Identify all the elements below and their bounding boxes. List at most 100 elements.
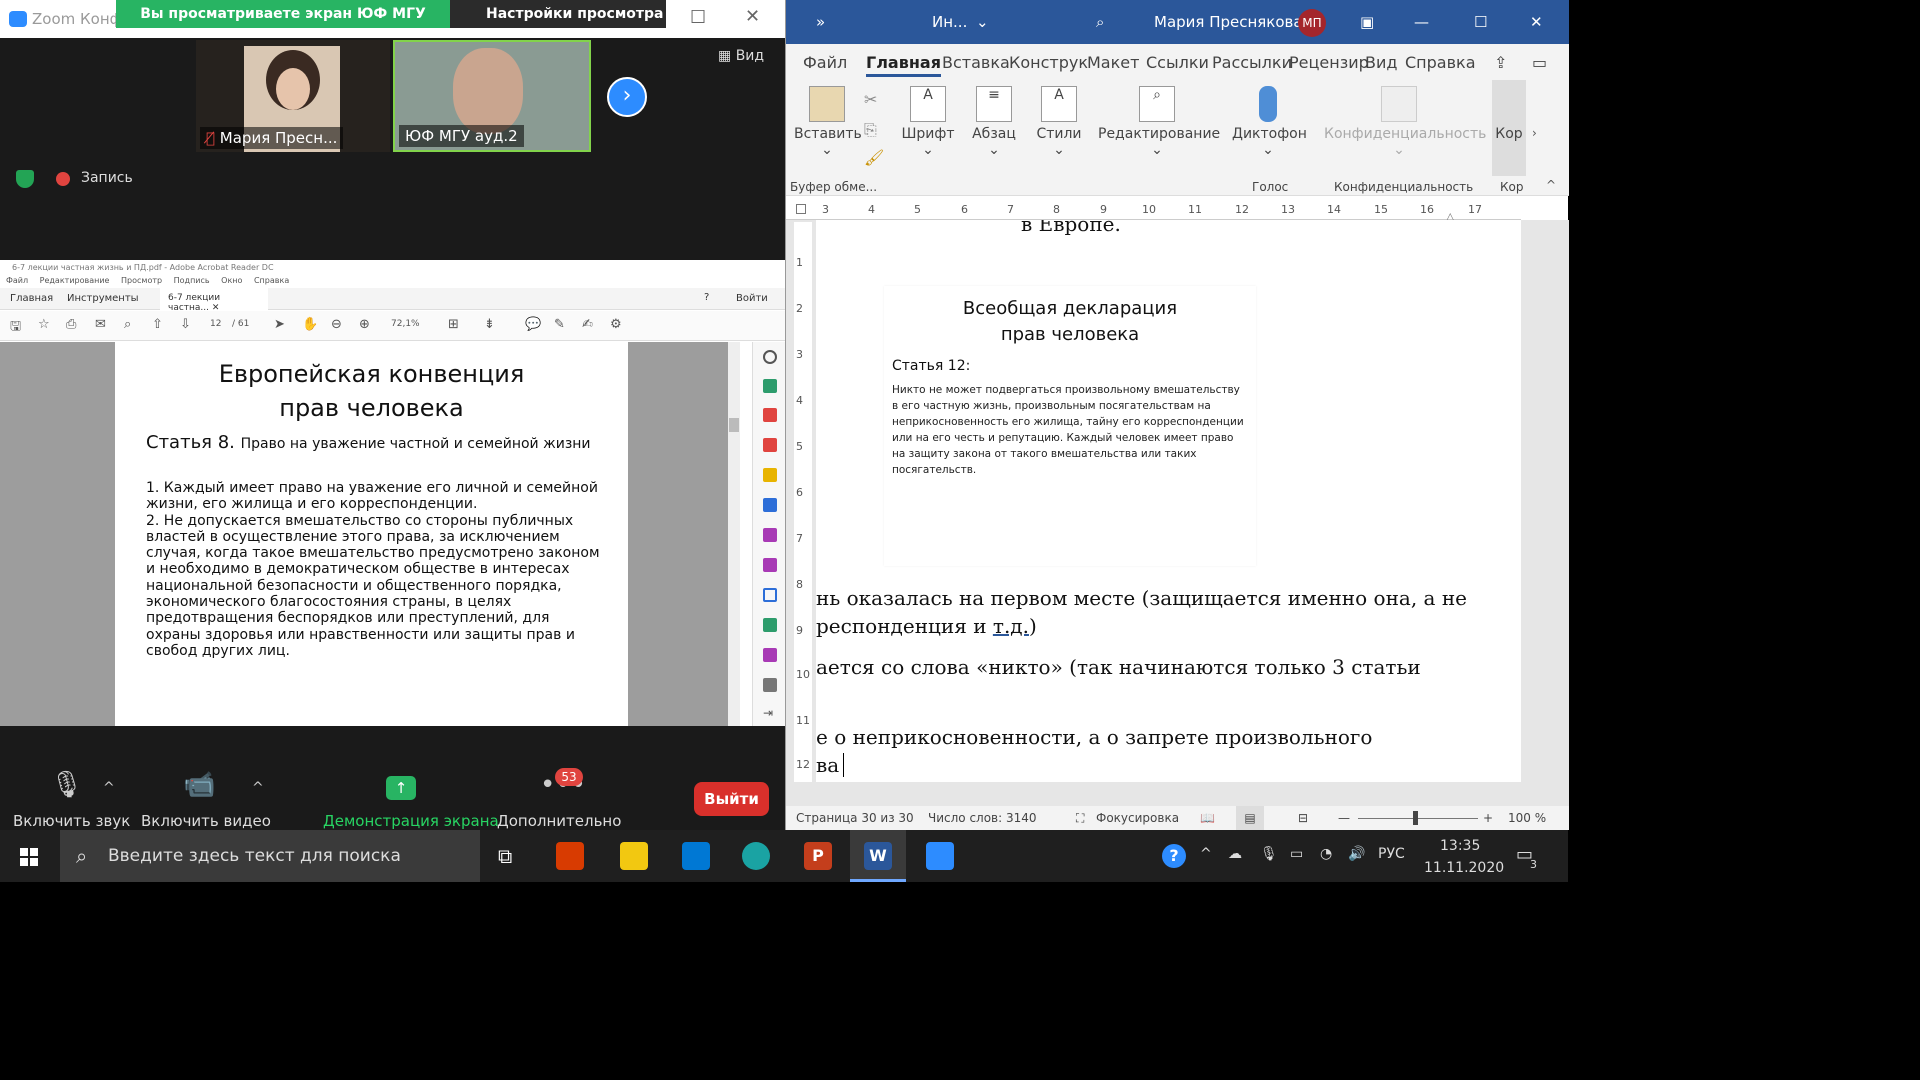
paragraph-button[interactable]: ≡ Абзац ⌄ [966, 80, 1022, 158]
menu-edit[interactable]: Редактирование [40, 276, 110, 285]
collapse-ribbon-icon[interactable]: ^ [1546, 178, 1556, 192]
create-pdf-icon[interactable] [763, 408, 777, 422]
view-options-button[interactable]: Настройки просмотра ⌄ [450, 0, 666, 50]
comment-tool-icon[interactable] [763, 468, 777, 482]
more-button[interactable]: Дополнительно [497, 812, 621, 830]
star-icon[interactable]: ☆ [38, 317, 50, 332]
font-button[interactable]: A Шрифт ⌄ [898, 80, 958, 158]
exit-button[interactable]: Выйти [694, 782, 769, 816]
styles-button[interactable]: A Стили ⌄ [1032, 80, 1086, 158]
minimize-icon[interactable]: — [1414, 13, 1429, 31]
tray-expand-icon[interactable]: ^ [1200, 846, 1212, 862]
tab-selector-icon[interactable] [796, 204, 806, 214]
tab-file[interactable]: Файл [803, 53, 847, 72]
help-icon[interactable]: ? [704, 292, 709, 303]
ribbon-scroll-right-icon[interactable]: › [1532, 126, 1537, 140]
zoom-slider-thumb[interactable] [1413, 811, 1418, 825]
tab-references[interactable]: Ссылки [1146, 53, 1209, 72]
clock-time[interactable]: 13:35 [1440, 838, 1480, 854]
comments-icon[interactable]: ▭ [1532, 53, 1547, 72]
scroll-mode-icon[interactable]: ⇟ [484, 317, 495, 332]
edge-icon[interactable] [742, 842, 770, 870]
title-dropdown-icon[interactable]: ⌄ [976, 13, 989, 31]
tab-layout[interactable]: Макет [1087, 53, 1139, 72]
sign-icon[interactable]: ✍ [582, 317, 593, 332]
zoom-level-select[interactable]: 72,1% [391, 319, 420, 329]
file-explorer-icon[interactable] [620, 842, 648, 870]
search-icon[interactable]: ⌕ [1096, 13, 1104, 31]
mic-muted-icon[interactable]: 🎙 [50, 770, 83, 800]
task-view-icon[interactable]: ⧉ [498, 844, 512, 868]
wifi-icon[interactable]: ◔ [1320, 846, 1332, 862]
zoom-search-icon[interactable]: ⌕ [124, 317, 131, 332]
menu-file[interactable]: Файл [6, 276, 28, 285]
word-count[interactable]: Число слов: 3140 [928, 811, 1037, 825]
zoom-out-icon[interactable]: — [1338, 811, 1350, 825]
maximize-icon[interactable]: ☐ [690, 7, 706, 28]
cursor-icon[interactable]: ➤ [274, 317, 285, 332]
menu-view[interactable]: Просмотр [121, 276, 162, 285]
tab-insert[interactable]: Вставка [942, 53, 1010, 72]
cor-button[interactable]: Кор [1492, 80, 1526, 176]
word-page[interactable]: в Европе. Всеобщая декларация прав челов… [816, 220, 1521, 782]
participant-tile-active[interactable]: ЮФ МГУ ауд.2 [393, 40, 591, 152]
volume-icon[interactable]: 🔊 [1348, 846, 1365, 862]
search-icon[interactable] [763, 350, 777, 364]
tab-home[interactable]: Главная [866, 53, 941, 77]
qat-more-icon[interactable]: » [816, 13, 825, 31]
vertical-ruler[interactable]: 1 2 3 4 5 6 7 8 9 10 11 12 [794, 222, 812, 782]
tab-mailings[interactable]: Рассылки [1212, 53, 1292, 72]
maximize-icon[interactable]: ☐ [1474, 13, 1487, 31]
print-icon[interactable]: ⎙ [66, 317, 76, 332]
battery-icon[interactable]: ▭ [1290, 846, 1303, 862]
clock-date[interactable]: 11.11.2020 [1424, 860, 1504, 876]
more-tools-icon[interactable] [763, 678, 777, 692]
share-screen-icon[interactable]: ↑ [386, 776, 416, 800]
zoom-out-icon[interactable]: ⊖ [331, 317, 342, 332]
copy-icon[interactable]: ⎘ [864, 120, 877, 140]
mail-icon[interactable] [682, 842, 710, 870]
store-icon[interactable] [556, 842, 584, 870]
page-number-input[interactable]: 12 [210, 319, 221, 329]
powerpoint-icon[interactable]: P [804, 842, 832, 870]
share-screen-button[interactable]: Демонстрация экрана [323, 812, 499, 830]
save-icon[interactable]: 🖫 [10, 317, 21, 339]
share-icon[interactable]: ⇪ [1494, 53, 1507, 72]
editing-button[interactable]: ⌕ Редактирование ⌄ [1098, 80, 1220, 158]
tab-design[interactable]: Конструк [1009, 53, 1088, 72]
collapse-pane-icon[interactable]: ⇥ [763, 706, 777, 720]
tab-document[interactable]: 6-7 лекции частна... ✕ [160, 288, 268, 313]
tab-view[interactable]: Вид [1365, 53, 1397, 72]
print-layout-icon[interactable]: ▤ [1236, 806, 1264, 830]
tab-tools[interactable]: Инструменты [67, 293, 139, 304]
cloud-icon[interactable]: ☁ [1228, 846, 1242, 862]
export-pdf-icon[interactable] [763, 379, 777, 393]
taskbar-search-input[interactable]: ⌕ Введите здесь текст для поиска [60, 830, 480, 882]
organize-icon[interactable] [763, 528, 777, 542]
next-page-button[interactable]: › [607, 77, 647, 117]
protect-icon[interactable] [763, 588, 777, 602]
participant-tile[interactable]: 🎙̸ Мария Пресн... [196, 40, 390, 152]
tab-review[interactable]: Рецензир [1289, 53, 1369, 72]
paste-button[interactable]: Вставить ⌄ [794, 80, 862, 158]
menu-help[interactable]: Справка [254, 276, 289, 285]
page-down-icon[interactable]: ⇩ [180, 317, 191, 332]
video-off-icon[interactable]: 📹 [183, 770, 215, 800]
microphone-icon[interactable]: 🎙 [1260, 846, 1278, 862]
chevron-up-icon[interactable]: ^ [252, 780, 264, 796]
chevron-up-icon[interactable]: ^ [103, 780, 115, 796]
close-icon[interactable]: ✕ [745, 6, 760, 27]
sign-tool-icon[interactable] [763, 558, 777, 572]
fill-sign-tool-icon[interactable] [763, 648, 777, 662]
comment-icon[interactable]: 💬 [525, 317, 541, 332]
zoom-in-icon[interactable]: + [1483, 811, 1493, 825]
edit-pdf-icon[interactable] [763, 438, 777, 452]
page-count[interactable]: Страница 30 из 30 [796, 811, 914, 825]
word-icon[interactable]: W [864, 842, 892, 870]
windows-start-icon[interactable] [20, 848, 38, 866]
acrobat-scrollbar[interactable] [728, 342, 740, 726]
embedded-slide-image[interactable]: Всеобщая декларация прав человека Статья… [884, 286, 1256, 566]
menu-sign[interactable]: Подпись [174, 276, 210, 285]
pen-icon[interactable]: ✎ [554, 317, 565, 332]
web-layout-icon[interactable]: ⊟ [1298, 811, 1308, 825]
